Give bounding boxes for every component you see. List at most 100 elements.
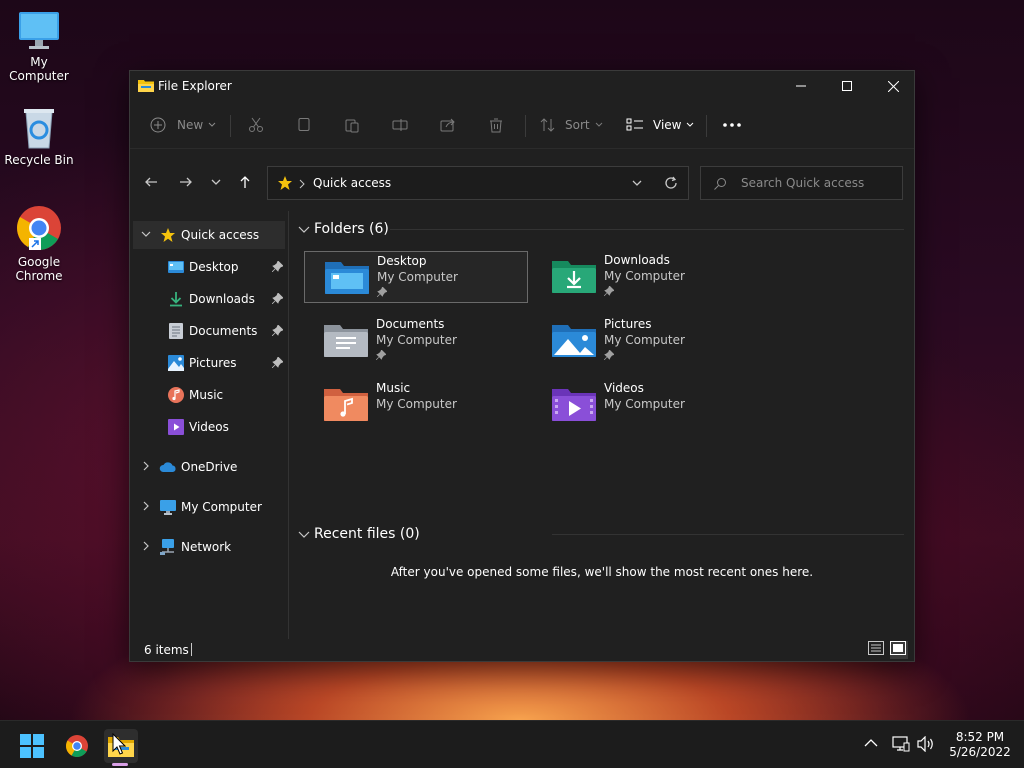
pin-icon [272,293,283,304]
network-status-button[interactable] [892,736,912,754]
title-bar[interactable]: File Explorer [130,71,914,101]
chevron-down-icon [298,531,310,538]
desktop-icon-my-computer[interactable]: My Computer [0,10,78,83]
chevron-right-icon[interactable] [141,501,151,511]
paste-button[interactable] [344,111,365,139]
sidebar-item-music[interactable]: Music [133,381,285,409]
close-button[interactable] [870,71,916,101]
desktop-icon-google-chrome[interactable]: Google Chrome [0,204,78,283]
view-button[interactable]: View [626,111,700,139]
address-path: Quick access [313,176,392,190]
maximize-button[interactable] [824,71,870,101]
folder-tile-music[interactable]: Music My Computer [304,379,528,431]
up-button[interactable] [233,170,257,194]
folder-name: Downloads [604,253,670,267]
forward-button[interactable] [174,170,198,194]
sidebar-item-my-computer[interactable]: My Computer [133,493,285,521]
folder-tile-videos[interactable]: Videos My Computer [532,379,756,431]
music-note-icon [168,387,184,403]
cut-button[interactable] [248,111,269,139]
sidebar-item-pictures[interactable]: Pictures [133,349,285,377]
address-bar[interactable]: Quick access [267,166,689,200]
sidebar-item-desktop[interactable]: Desktop [133,253,285,281]
clock[interactable]: 8:52 PM 5/26/2022 [944,730,1016,760]
close-icon [887,80,899,92]
navigation-pane: Quick access Desktop Downloads Documents… [130,221,288,639]
sidebar-item-videos[interactable]: Videos [133,413,285,441]
sort-label: Sort [565,118,590,132]
speaker-icon [917,735,933,753]
mouse-cursor-icon [112,732,127,758]
chevron-down-icon [298,226,310,233]
new-button[interactable]: New [150,111,222,139]
sort-button[interactable]: Sort [540,111,609,139]
chevron-down-icon [208,122,216,127]
search-box[interactable]: Search Quick access [700,166,903,200]
details-view-button[interactable] [868,641,886,659]
chevron-down-icon[interactable] [631,177,643,189]
sidebar-item-downloads[interactable]: Downloads [133,285,285,313]
folders-heading: Folders (6) [314,221,389,237]
clipboard-icon [345,119,359,133]
taskbar-chrome-button[interactable] [60,729,94,763]
more-options-button[interactable] [722,111,747,139]
clock-time: 8:52 PM [955,730,1005,744]
minimize-button[interactable] [778,71,824,101]
sidebar-item-documents[interactable]: Documents [133,317,285,345]
copy-button[interactable] [296,111,317,139]
share-button[interactable] [440,111,461,139]
section-divider [390,229,904,230]
network-monitor-icon [892,736,910,752]
folder-location: My Computer [604,333,685,347]
arrow-up-icon [240,176,250,188]
pin-icon [272,261,283,272]
pane-divider[interactable] [288,211,289,639]
sort-icon [540,118,555,132]
tiles-view-button[interactable] [890,641,908,659]
chevron-right-icon[interactable] [141,461,151,471]
folder-tile-downloads[interactable]: Downloads My Computer [532,251,756,303]
start-button[interactable] [15,729,49,763]
desktop-icon-label: My Computer [9,55,69,83]
refresh-icon[interactable] [664,176,678,190]
pin-icon [377,287,387,297]
command-bar: New Sort View [130,101,914,149]
sidebar-item-label: My Computer [181,500,262,514]
show-hidden-icons-button[interactable] [864,737,882,753]
desktop-folder-icon [325,262,369,294]
download-arrow-icon [170,292,182,307]
item-count: 6 items [144,643,189,657]
volume-button[interactable] [917,735,937,754]
back-button[interactable] [139,170,163,194]
downloads-folder-icon [552,261,596,293]
sidebar-item-label: Downloads [189,292,255,306]
folder-tile-desktop[interactable]: Desktop My Computer [304,251,528,303]
folder-tile-pictures[interactable]: Pictures My Computer [532,315,756,367]
desktop-icon-recycle-bin[interactable]: Recycle Bin [0,106,78,167]
sidebar-item-network[interactable]: Network [133,533,285,561]
rename-button[interactable] [392,111,413,139]
maximize-icon [842,81,852,91]
ellipsis-icon [723,123,741,127]
content-pane: Folders (6) Desktop My Computer Download… [290,213,914,639]
search-icon [714,178,726,190]
desktop-folder-icon [168,261,184,273]
view-label: View [653,118,682,132]
cloud-icon [159,462,176,472]
recent-files-section-header[interactable]: Recent files (0) [298,524,420,544]
pin-icon [604,350,614,360]
folder-tile-documents[interactable]: Documents My Computer [304,315,528,367]
chevron-down-icon [687,122,694,127]
star-icon [161,228,175,242]
folders-section-header[interactable]: Folders (6) [298,219,389,239]
delete-button[interactable] [488,111,509,139]
sidebar-item-label: Videos [189,420,229,434]
recent-locations-button[interactable] [204,170,228,194]
sidebar-item-quick-access[interactable]: Quick access [133,221,285,249]
chevron-right-icon[interactable] [141,541,151,551]
chevron-down-icon[interactable] [141,229,151,239]
sidebar-item-label: Documents [189,324,258,338]
sidebar-item-label: Pictures [189,356,237,370]
sidebar-item-onedrive[interactable]: OneDrive [133,453,285,481]
arrow-left-icon [145,177,157,187]
